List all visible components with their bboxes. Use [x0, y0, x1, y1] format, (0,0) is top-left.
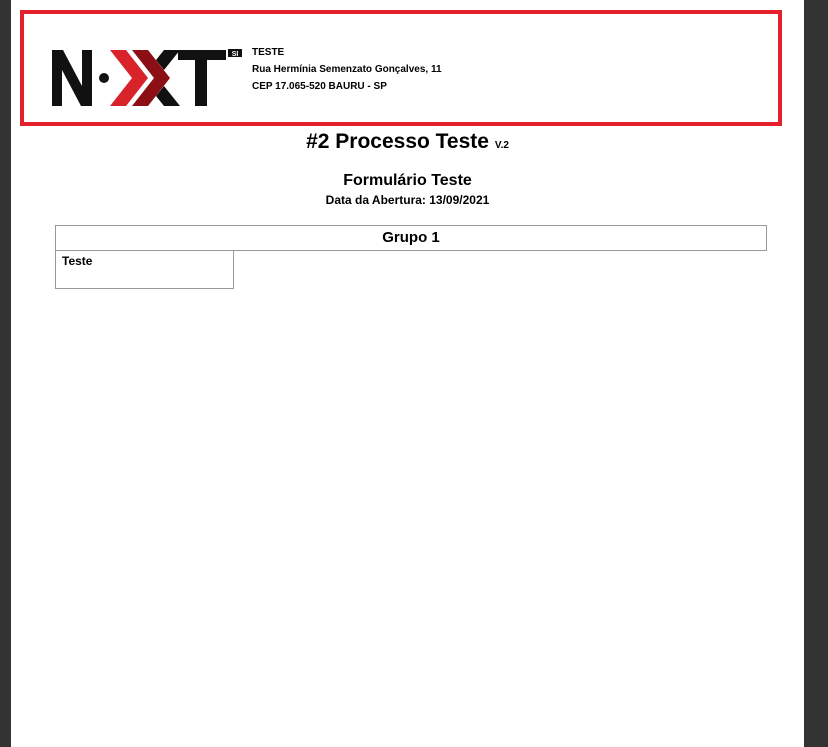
open-date: Data da Abertura: 13/09/2021	[325, 193, 490, 207]
company-logo: SI	[52, 49, 242, 106]
field-box: Teste	[55, 250, 234, 289]
pdf-viewer: SI TESTE Rua Hermínia Semenzato Gonçalve…	[0, 0, 828, 747]
process-title-text: #2 Processo Teste	[306, 130, 489, 153]
logo-badge: SI	[232, 51, 239, 58]
group-header: Grupo 1	[55, 225, 767, 251]
company-address: Rua Hermínia Semenzato Gonçalves, 11	[252, 64, 442, 75]
company-postal-code: CEP 17.065-520 BAURU - SP	[252, 81, 387, 92]
company-info: TESTE Rua Hermínia Semenzato Gonçalves, …	[252, 44, 442, 95]
form-title: Formulário Teste	[343, 172, 472, 189]
company-name: TESTE	[252, 47, 285, 58]
process-title: #2 Processo Teste V.2	[11, 130, 804, 154]
letterhead: SI TESTE Rua Hermínia Semenzato Gonçalve…	[20, 10, 782, 126]
field-label: Teste	[62, 254, 93, 268]
document-page: SI TESTE Rua Hermínia Semenzato Gonçalve…	[11, 0, 804, 747]
version-label: V.2	[494, 140, 509, 151]
